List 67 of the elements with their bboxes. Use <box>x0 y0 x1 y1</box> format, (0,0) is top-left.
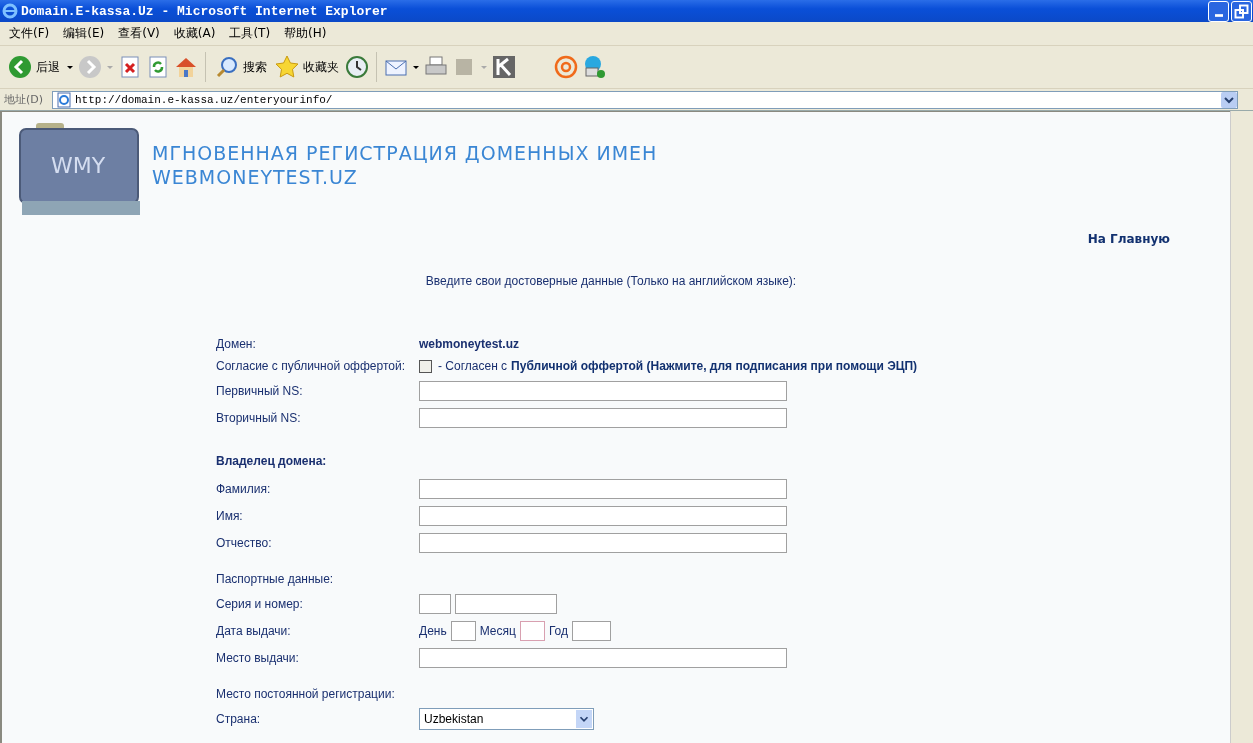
search-icon <box>215 55 239 79</box>
home-icon[interactable] <box>174 55 198 79</box>
page-subheading: WEBMONEYTEST.UZ <box>152 164 359 189</box>
section-heading: Владелец домена: <box>216 454 328 468</box>
field-label: Дата выдачи: <box>216 623 292 638</box>
star-icon <box>275 55 299 79</box>
domain-value: webmoneytest.uz <box>419 337 520 351</box>
caret-icon[interactable] <box>412 63 420 71</box>
intro-text: Введите свои достоверные данные (Только на английском языке): <box>424 274 798 288</box>
agree-text: - Согласен с <box>438 359 508 373</box>
field-label: Отчество: <box>216 535 273 550</box>
month-field[interactable] <box>519 620 545 641</box>
dropdown-icon[interactable] <box>1221 91 1237 108</box>
field-label: Место выдачи: <box>216 650 300 665</box>
window-title: Domain.E-kassa.Uz - Microsoft Internet Explorer <box>21 3 388 19</box>
input-field[interactable] <box>419 647 787 668</box>
page-heading: МГНОВЕННАЯ РЕГИСТРАЦИЯ ДОМЕННЫХ ИМЕН <box>152 140 658 165</box>
minimize-button[interactable] <box>1208 0 1229 22</box>
field-label: Фамилия: <box>216 481 272 496</box>
country-select[interactable]: Uzbekistan <box>419 707 594 730</box>
favorites-button[interactable]: 收藏夹 <box>273 55 341 79</box>
field-label: Первичный NS: <box>216 383 304 398</box>
year-label: Год <box>548 623 568 638</box>
search-button[interactable]: 搜索 <box>213 55 269 79</box>
section-label: Место постоянной регистрации: <box>216 687 395 701</box>
series-field[interactable] <box>419 593 451 614</box>
refresh-icon[interactable] <box>146 55 170 79</box>
month-label: Месяц <box>479 623 516 638</box>
input-field[interactable] <box>419 380 787 401</box>
home-link[interactable]: На Главную <box>1087 232 1170 246</box>
input-field[interactable] <box>419 478 787 499</box>
restore-icon <box>1234 3 1249 19</box>
menu-item[interactable]: 收藏(A) <box>166 25 223 42</box>
field-label: Согласие с публичной оффертой: <box>216 359 406 373</box>
scrollbar[interactable] <box>1230 111 1253 743</box>
input-field[interactable] <box>419 407 787 428</box>
page-icon <box>56 91 72 108</box>
menu-item[interactable]: 编辑(E) <box>56 25 112 42</box>
agree-checkbox[interactable] <box>419 359 432 373</box>
minimize-icon <box>1214 13 1223 17</box>
year-field[interactable] <box>572 620 611 641</box>
field-label: Вторичный NS: <box>216 410 302 425</box>
day-field[interactable] <box>450 620 476 641</box>
menu-item[interactable]: 文件(F) <box>2 25 57 42</box>
field-label: Домен: <box>216 337 257 351</box>
back-button[interactable]: 后退 <box>6 55 62 79</box>
address-label: 地址(D) <box>4 92 45 107</box>
menu-item[interactable]: 查看(V) <box>111 25 167 42</box>
menu-item[interactable]: 工具(T) <box>222 25 278 42</box>
field-label: Страна: <box>216 711 262 726</box>
section-label: Паспортные данные: <box>216 572 334 586</box>
field-label: Имя: <box>216 508 244 523</box>
k-logo-icon[interactable] <box>492 55 516 79</box>
at-sign-icon[interactable] <box>554 55 578 79</box>
day-label: День <box>419 623 447 638</box>
caret-icon[interactable] <box>66 63 74 71</box>
field-label: Серия и номер: <box>216 596 304 611</box>
input-field[interactable] <box>419 532 787 553</box>
input-field[interactable] <box>419 505 787 526</box>
menu-item[interactable]: 帮助(H) <box>277 25 334 42</box>
address-field[interactable]: http://domain.e-kassa.uz/enteryourinfo/ <box>52 90 1238 109</box>
history-icon[interactable] <box>345 55 369 79</box>
offer-link[interactable]: Публичной оффертой (Нажмите, для подписания при помощи ЭЦП) <box>511 359 918 373</box>
browser-icon <box>2 3 18 19</box>
stop-icon[interactable] <box>118 55 142 79</box>
restore-button[interactable] <box>1231 0 1252 22</box>
number-field[interactable] <box>455 593 557 614</box>
